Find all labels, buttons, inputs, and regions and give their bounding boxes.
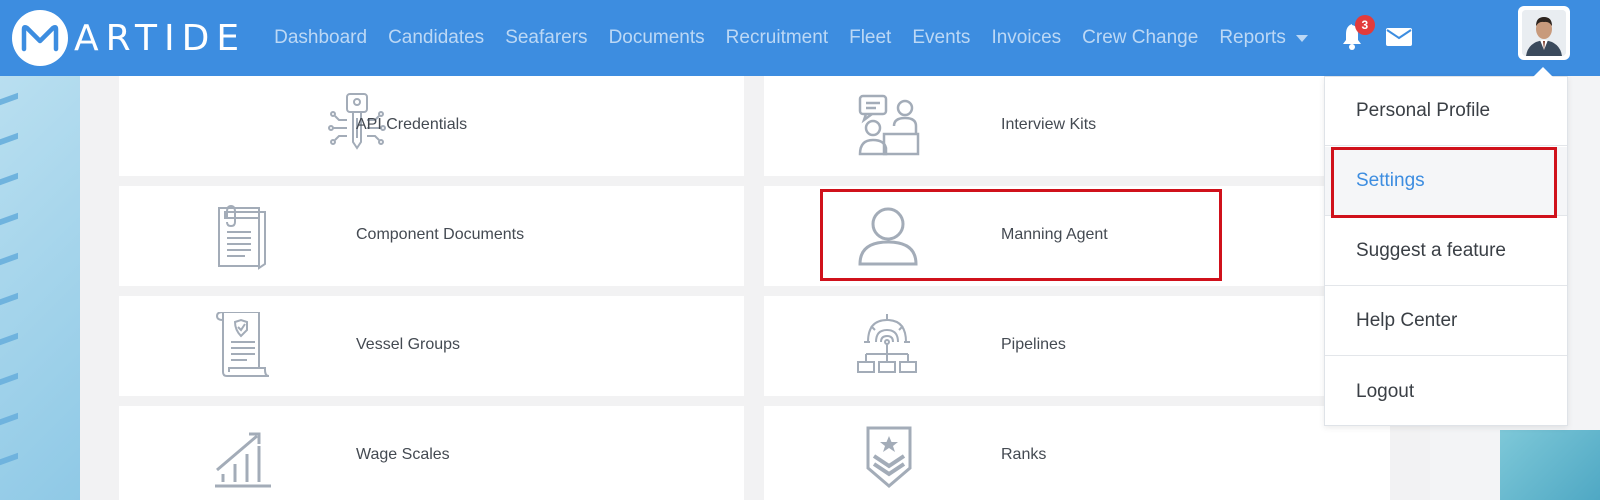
- settings-card-ranks[interactable]: Ranks: [764, 406, 1390, 500]
- settings-card-component-documents[interactable]: Component Documents: [119, 186, 744, 286]
- card-label: Interview Kits: [1001, 116, 1097, 133]
- rank-chevron-icon: [864, 424, 914, 490]
- documents-icon: [215, 204, 271, 270]
- envelope-icon: [1385, 28, 1412, 46]
- notification-count-badge: 3: [1354, 15, 1375, 35]
- nav-recruitment[interactable]: Recruitment: [726, 27, 828, 49]
- menu-item-help-center[interactable]: Help Center: [1325, 287, 1567, 356]
- settings-card-wage-scales[interactable]: Wage Scales: [119, 406, 744, 500]
- martide-logo[interactable]: ARTIDE: [12, 0, 246, 76]
- nav-candidates[interactable]: Candidates: [388, 27, 484, 49]
- settings-card-api-credentials[interactable]: API Credentials: [119, 76, 744, 176]
- main-nav: Dashboard Candidates Seafarers Documents…: [274, 27, 1329, 49]
- pipeline-icon: [856, 312, 918, 378]
- nav-icons: 3: [1339, 15, 1415, 53]
- user-avatar-button[interactable]: [1518, 6, 1570, 60]
- card-label: Ranks: [1001, 446, 1047, 463]
- chart-growth-icon: [213, 426, 273, 490]
- nav-events[interactable]: Events: [912, 27, 970, 49]
- menu-item-personal-profile[interactable]: Personal Profile: [1325, 77, 1567, 146]
- nav-documents[interactable]: Documents: [609, 27, 705, 49]
- profile-dropdown-menu: Personal Profile Settings Suggest a feat…: [1324, 67, 1568, 426]
- right-decorative-background: [1500, 430, 1600, 500]
- menu-item-suggest-feature[interactable]: Suggest a feature: [1325, 217, 1567, 286]
- nav-dashboard[interactable]: Dashboard: [274, 27, 367, 49]
- settings-card-vessel-groups[interactable]: Vessel Groups: [119, 296, 744, 396]
- certificate-icon: [215, 312, 271, 378]
- logo-text: ARTIDE: [74, 17, 247, 59]
- card-label: Pipelines: [1001, 336, 1066, 353]
- nav-invoices[interactable]: Invoices: [991, 27, 1061, 49]
- card-label: Wage Scales: [356, 446, 450, 463]
- settings-highlight-box: [1331, 147, 1557, 218]
- manning-agent-highlight-box: [820, 189, 1222, 281]
- top-navbar: ARTIDE Dashboard Candidates Seafarers Do…: [0, 0, 1600, 76]
- left-decorative-background: [0, 76, 80, 500]
- messages-button[interactable]: [1385, 26, 1415, 50]
- settings-card-pipelines[interactable]: Pipelines: [764, 296, 1390, 396]
- menu-item-logout[interactable]: Logout: [1325, 357, 1567, 426]
- nav-reports-dropdown[interactable]: Reports: [1219, 27, 1308, 49]
- avatar: [1522, 10, 1566, 56]
- nav-seafarers[interactable]: Seafarers: [505, 27, 587, 49]
- settings-card-interview-kits[interactable]: Interview Kits: [764, 76, 1390, 176]
- notifications-button[interactable]: 3: [1339, 15, 1375, 53]
- card-label: API Credentials: [356, 116, 468, 133]
- card-label: Component Documents: [356, 226, 525, 243]
- card-label: Vessel Groups: [356, 336, 461, 353]
- nav-reports-label: Reports: [1219, 27, 1286, 48]
- logo-m-icon: [12, 10, 68, 66]
- nav-fleet[interactable]: Fleet: [849, 27, 891, 49]
- caret-down-icon: [1295, 34, 1308, 42]
- interview-icon: [858, 94, 920, 158]
- nav-crew-change[interactable]: Crew Change: [1082, 27, 1198, 49]
